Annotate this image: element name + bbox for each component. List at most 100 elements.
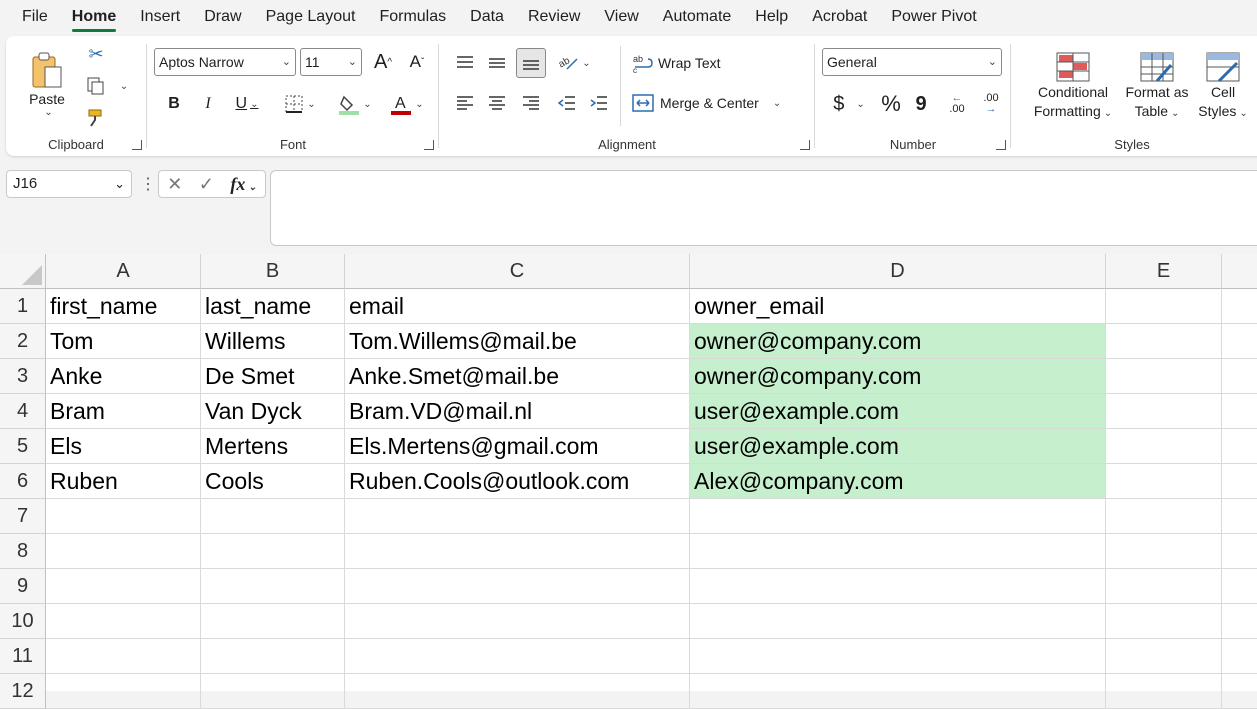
cell[interactable]: user@example.com [690, 394, 1106, 429]
align-right-button[interactable] [516, 88, 546, 118]
cell[interactable] [1222, 324, 1257, 359]
increase-decimal-button[interactable]: ← .00 [942, 90, 972, 118]
cell[interactable] [201, 534, 345, 569]
cell[interactable] [1222, 674, 1257, 709]
cell[interactable] [1106, 394, 1222, 429]
cell[interactable] [1222, 464, 1257, 499]
tab-review[interactable]: Review [516, 2, 592, 32]
italic-button[interactable]: I [194, 90, 222, 118]
alignment-launcher-icon[interactable] [800, 140, 810, 150]
cell[interactable] [201, 674, 345, 709]
column-header[interactable] [1222, 254, 1257, 289]
row-header[interactable]: 12 [0, 674, 46, 709]
cell[interactable]: Willems [201, 324, 345, 359]
cell[interactable] [345, 569, 690, 604]
column-header[interactable]: B [201, 254, 345, 289]
cell[interactable] [690, 674, 1106, 709]
cell[interactable] [1106, 464, 1222, 499]
cell[interactable]: Ruben [46, 464, 201, 499]
format-painter-button[interactable] [82, 106, 110, 130]
name-box[interactable]: J16 ⌄ [6, 170, 132, 198]
cell[interactable] [1222, 289, 1257, 324]
fill-color-button[interactable]: ⌄ [332, 90, 378, 118]
tab-help[interactable]: Help [743, 2, 800, 32]
cell[interactable] [1106, 639, 1222, 674]
borders-button[interactable]: ⌄ [278, 90, 322, 118]
orientation-button[interactable]: ab ⌄ [552, 48, 596, 78]
row-header[interactable]: 4 [0, 394, 46, 429]
middle-align-button[interactable] [482, 48, 512, 78]
bottom-align-button[interactable] [516, 48, 546, 78]
cell[interactable] [1222, 534, 1257, 569]
underline-button[interactable]: U ⌄ [226, 90, 268, 118]
cell[interactable] [1106, 359, 1222, 394]
cell[interactable] [1222, 429, 1257, 464]
cell[interactable] [345, 604, 690, 639]
cell[interactable] [1222, 359, 1257, 394]
cell[interactable]: Tom [46, 324, 201, 359]
insert-function-button[interactable]: fx ⌄ [230, 174, 256, 195]
cell[interactable] [345, 499, 690, 534]
cell[interactable]: Bram [46, 394, 201, 429]
merge-center-button[interactable]: Merge & Center ⌄ [632, 88, 804, 118]
cell[interactable] [46, 534, 201, 569]
cell[interactable]: Els [46, 429, 201, 464]
cell[interactable] [1106, 604, 1222, 639]
font-color-button[interactable]: A ⌄ [384, 90, 430, 118]
format-as-table-button[interactable]: Format as Table ⌄ [1118, 44, 1196, 130]
cell[interactable] [46, 499, 201, 534]
cell[interactable]: De Smet [201, 359, 345, 394]
cell[interactable]: Cools [201, 464, 345, 499]
cell[interactable]: Tom.Willems@mail.be [345, 324, 690, 359]
clipboard-launcher-icon[interactable] [132, 140, 142, 150]
cell[interactable] [1106, 324, 1222, 359]
cut-button[interactable]: ✂ [82, 42, 110, 66]
column-header[interactable]: C [345, 254, 690, 289]
cell[interactable] [1106, 499, 1222, 534]
bold-button[interactable]: B [160, 90, 188, 118]
cell[interactable] [1222, 604, 1257, 639]
font-name-select[interactable]: Aptos Narrow ⌄ [154, 48, 296, 76]
cell[interactable] [690, 604, 1106, 639]
wrap-text-button[interactable]: ab c Wrap Text [632, 48, 742, 78]
cell[interactable] [1106, 674, 1222, 709]
cell[interactable]: Anke.Smet@mail.be [345, 359, 690, 394]
row-header[interactable]: 11 [0, 639, 46, 674]
cell[interactable]: Els.Mertens@gmail.com [345, 429, 690, 464]
font-size-select[interactable]: 11 ⌄ [300, 48, 362, 76]
cell[interactable]: owner@company.com [690, 324, 1106, 359]
increase-indent-button[interactable] [584, 88, 614, 118]
number-format-select[interactable]: General ⌄ [822, 48, 1002, 76]
cell[interactable] [1222, 639, 1257, 674]
row-header[interactable]: 9 [0, 569, 46, 604]
cell-styles-button[interactable]: Cell Styles ⌄ [1192, 44, 1254, 130]
cell[interactable] [46, 639, 201, 674]
tab-view[interactable]: View [592, 2, 650, 32]
cell[interactable] [345, 534, 690, 569]
cancel-icon[interactable]: ✕ [167, 174, 182, 195]
decrease-decimal-button[interactable]: .00 → [976, 90, 1006, 118]
tab-file[interactable]: File [10, 2, 60, 32]
cell[interactable]: Bram.VD@mail.nl [345, 394, 690, 429]
tab-insert[interactable]: Insert [128, 2, 192, 32]
column-header[interactable]: E [1106, 254, 1222, 289]
percent-button[interactable]: % [876, 90, 906, 118]
top-align-button[interactable] [450, 48, 480, 78]
align-left-button[interactable] [450, 88, 480, 118]
conditional-formatting-button[interactable]: Conditional Formatting ⌄ [1018, 44, 1128, 130]
cell[interactable] [201, 499, 345, 534]
cell[interactable]: first_name [46, 289, 201, 324]
shrink-font-button[interactable]: Aˇ [402, 48, 432, 76]
row-header[interactable]: 5 [0, 429, 46, 464]
cell[interactable] [345, 639, 690, 674]
cell[interactable] [1106, 569, 1222, 604]
column-header[interactable]: D [690, 254, 1106, 289]
row-header[interactable]: 8 [0, 534, 46, 569]
more-options-icon[interactable]: ⋮ [140, 174, 156, 194]
grow-font-button[interactable]: A ^ [368, 48, 398, 76]
cell[interactable] [1222, 499, 1257, 534]
tab-automate[interactable]: Automate [651, 2, 743, 32]
number-launcher-icon[interactable] [996, 140, 1006, 150]
cell[interactable]: Van Dyck [201, 394, 345, 429]
cell[interactable] [201, 569, 345, 604]
